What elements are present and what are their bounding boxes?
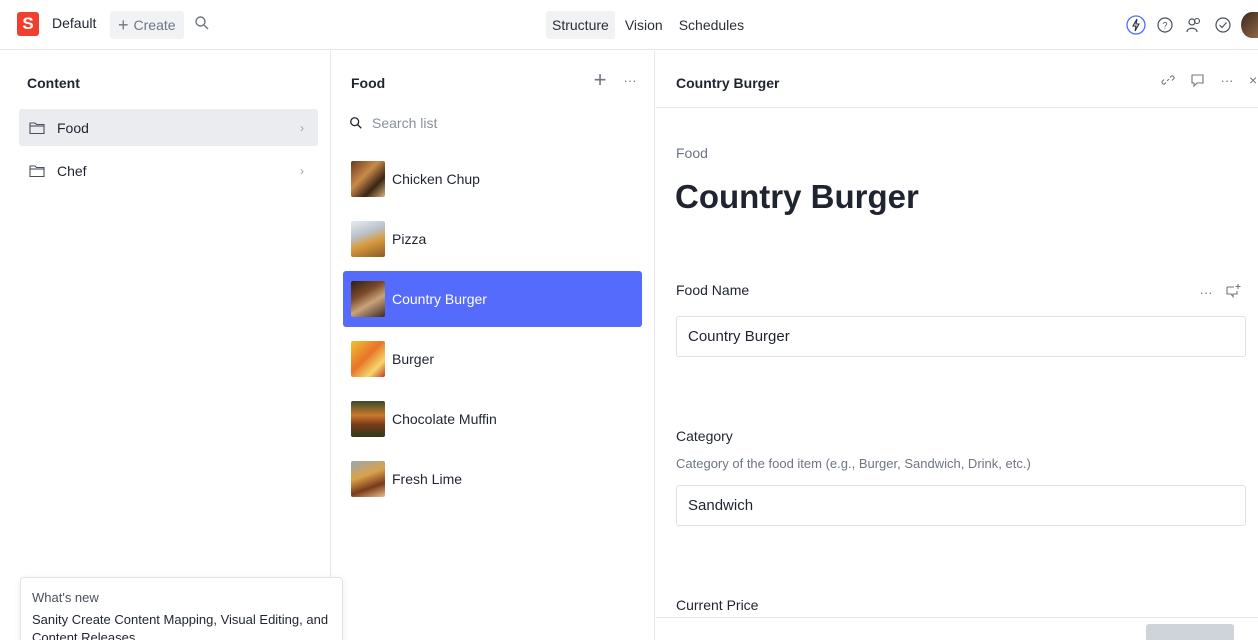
food-name-input[interactable]: Country Burger — [676, 316, 1246, 357]
people-icon[interactable] — [1183, 14, 1205, 36]
publish-button[interactable] — [1146, 624, 1234, 640]
svg-text:?: ? — [1162, 21, 1167, 31]
food-name-label: Food Name — [676, 282, 750, 298]
list-item-label: Fresh Lime — [392, 471, 463, 487]
list-item[interactable]: Fresh Lime — [343, 451, 642, 507]
link-icon[interactable] — [1160, 72, 1176, 88]
food-thumbnail — [351, 281, 385, 317]
list-item-label: Burger — [392, 351, 435, 367]
food-thumbnail — [351, 341, 385, 377]
document-type-label: Food — [676, 145, 708, 161]
avatar[interactable] — [1241, 12, 1258, 38]
document-header-title: Country Burger — [676, 75, 780, 91]
more-icon[interactable]: ··· — [621, 71, 639, 89]
search-icon — [350, 117, 362, 129]
folder-icon — [29, 165, 45, 178]
create-label: Create — [133, 17, 176, 33]
sidebar-item-food[interactable]: Food › — [19, 109, 318, 146]
document-footer — [656, 617, 1258, 640]
chevron-right-icon: › — [300, 163, 304, 178]
list-item-label: Chocolate Muffin — [392, 411, 497, 427]
plus-icon: + — [118, 15, 129, 35]
category-input[interactable]: Sandwich — [676, 485, 1246, 526]
close-icon[interactable]: × — [1249, 72, 1258, 88]
more-icon[interactable]: ··· — [1219, 72, 1235, 88]
list-item[interactable]: Chicken Chup — [343, 151, 642, 207]
whats-new-text: Sanity Create Content Mapping, Visual Ed… — [32, 612, 329, 640]
food-thumbnail — [351, 161, 385, 197]
create-button[interactable]: + Create — [110, 11, 184, 39]
search-icon[interactable] — [194, 15, 210, 31]
category-description: Category of the food item (e.g., Burger,… — [676, 456, 1031, 471]
sanity-logo[interactable]: S — [17, 12, 39, 36]
chevron-right-icon: › — [300, 120, 304, 135]
document-header: Country Burger ··· × — [656, 51, 1258, 108]
food-thumbnail — [351, 461, 385, 497]
tab-vision[interactable]: Vision — [619, 11, 669, 39]
list-item[interactable]: Burger — [343, 331, 642, 387]
sidebar-item-label: Food — [57, 119, 89, 136]
search-placeholder: Search list — [372, 115, 438, 131]
document-list-pane: Food + ··· Search list Chicken Chup Pizz… — [331, 51, 655, 640]
top-right-icons: ? — [1125, 12, 1258, 38]
whats-new-card[interactable]: What's new Sanity Create Content Mapping… — [20, 577, 343, 640]
content-pane: Content Food › Chef › — [0, 51, 331, 640]
pane-title: Food — [351, 75, 386, 91]
check-circle-icon[interactable] — [1212, 14, 1234, 36]
add-comment-icon[interactable] — [1224, 282, 1242, 300]
pane-title: Content — [27, 75, 80, 91]
sidebar-item-label: Chef — [57, 162, 87, 179]
food-thumbnail — [351, 221, 385, 257]
tab-schedules[interactable]: Schedules — [673, 11, 750, 39]
list-item-label: Country Burger — [392, 291, 487, 307]
comment-icon[interactable] — [1189, 72, 1205, 88]
field-more-icon[interactable]: ··· — [1198, 284, 1214, 300]
search-list-input[interactable]: Search list — [349, 115, 437, 131]
current-price-label: Current Price — [676, 597, 759, 613]
tab-structure[interactable]: Structure — [546, 11, 615, 39]
lightning-icon[interactable] — [1125, 14, 1147, 36]
tool-tabs: Structure Vision Schedules — [546, 11, 750, 39]
list-item[interactable]: Pizza — [343, 211, 642, 267]
sidebar-item-chef[interactable]: Chef › — [19, 152, 318, 189]
category-label: Category — [676, 428, 733, 444]
document-editor-pane: Country Burger ··· × Food Country Burger… — [656, 51, 1258, 640]
help-icon[interactable]: ? — [1154, 14, 1176, 36]
list-item-label: Chicken Chup — [392, 171, 480, 187]
document-title: Country Burger — [675, 178, 919, 215]
folder-icon — [29, 122, 45, 135]
workspace-name[interactable]: Default — [52, 15, 96, 31]
food-thumbnail — [351, 401, 385, 437]
list-item-label: Pizza — [392, 231, 427, 247]
list-item[interactable]: Chocolate Muffin — [343, 391, 642, 447]
plus-icon[interactable]: + — [591, 67, 609, 92]
list-item-selected[interactable]: Country Burger — [343, 271, 642, 327]
whats-new-title: What's new — [32, 590, 99, 605]
top-navbar: S Default + Create Structure Vision Sche… — [0, 0, 1258, 50]
